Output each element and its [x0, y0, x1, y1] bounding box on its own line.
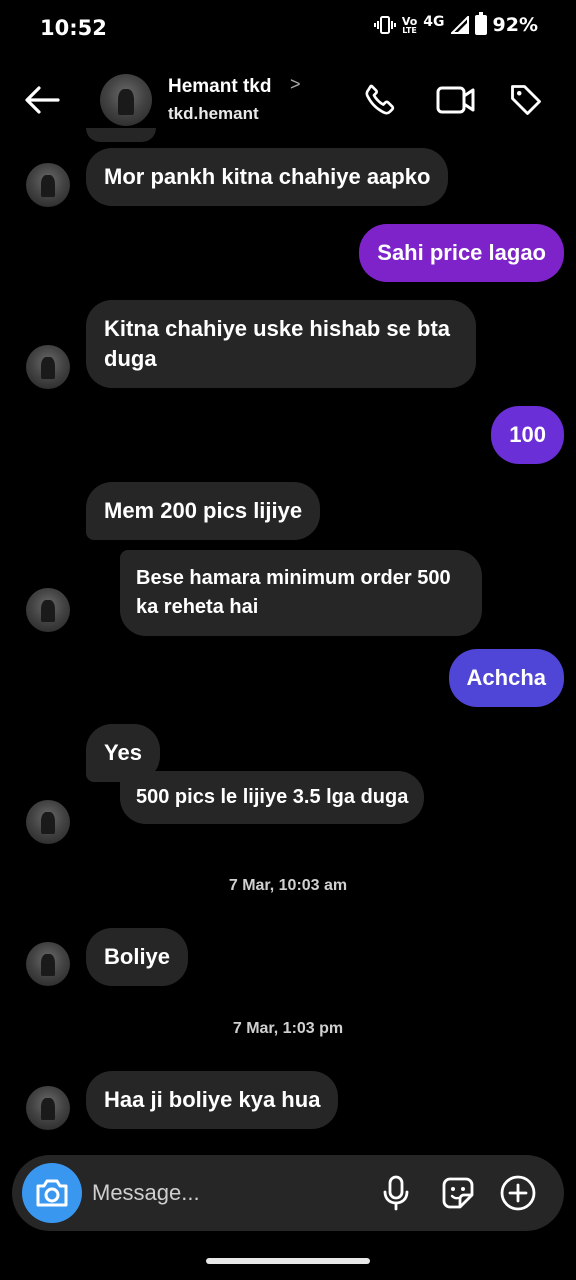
- message-bubble-partial: [86, 128, 156, 142]
- video-call-button[interactable]: [436, 80, 476, 120]
- back-button[interactable]: [22, 80, 62, 120]
- status-indicators: Vo LTE 4G 92%: [373, 12, 538, 36]
- camera-icon: [36, 1179, 68, 1207]
- phone-icon: [365, 84, 395, 115]
- sender-avatar[interactable]: [26, 800, 70, 844]
- message-bubble[interactable]: 500 pics le lijiye 3.5 lga duga: [120, 771, 425, 824]
- message-bubble[interactable]: Sahi price lagao: [359, 224, 564, 282]
- home-indicator[interactable]: [206, 1258, 370, 1264]
- timestamp: 7 Mar, 1:03 pm: [232, 1020, 344, 1037]
- status-bar: 10:52 Vo LTE 4G 92%: [0, 0, 576, 58]
- vibrate-icon: [373, 16, 396, 34]
- contact-username[interactable]: tkd.hemant: [168, 104, 259, 124]
- signal-icon: [450, 16, 469, 34]
- more-options-button[interactable]: [498, 1173, 538, 1213]
- plus-circle-icon: [500, 1175, 536, 1211]
- battery-icon: [474, 12, 487, 35]
- message-bubble[interactable]: Kitna chahiye uske hishab se bta duga: [86, 300, 476, 388]
- sender-avatar[interactable]: [26, 163, 70, 207]
- message-bubble[interactable]: 100: [491, 406, 564, 464]
- message-composer: [12, 1155, 564, 1231]
- sender-avatar[interactable]: [26, 942, 70, 986]
- network-type: 4G: [423, 14, 445, 30]
- microphone-icon: [383, 1175, 409, 1211]
- message-bubble[interactable]: Mem 200 pics lijiye: [86, 482, 321, 540]
- sticker-button[interactable]: [438, 1173, 478, 1213]
- status-time: 10:52: [40, 16, 107, 40]
- message-bubble[interactable]: Bese hamara minimum order 500 ka reheta …: [120, 550, 482, 636]
- arrow-left-icon: [25, 86, 60, 114]
- message-input[interactable]: [92, 1175, 362, 1211]
- tag-button[interactable]: [506, 80, 546, 120]
- timestamp: 7 Mar, 10:03 am: [228, 877, 348, 894]
- battery-percent: 92%: [492, 14, 538, 36]
- call-button[interactable]: [360, 80, 400, 120]
- message-bubble[interactable]: Achcha: [448, 649, 564, 707]
- voice-message-button[interactable]: [376, 1173, 416, 1213]
- message-bubble[interactable]: Haa ji boliye kya hua: [86, 1071, 339, 1129]
- message-bubble[interactable]: Mor pankh kitna chahiye aapko: [86, 148, 449, 206]
- camera-button[interactable]: [22, 1163, 82, 1223]
- contact-avatar[interactable]: [100, 74, 152, 126]
- message-bubble[interactable]: Boliye: [86, 928, 189, 986]
- sender-avatar[interactable]: [26, 345, 70, 389]
- sticker-icon: [442, 1177, 474, 1209]
- sender-avatar[interactable]: [26, 1086, 70, 1130]
- video-camera-icon: [436, 86, 475, 114]
- sender-avatar[interactable]: [26, 588, 70, 632]
- volte-indicator: Vo LTE: [401, 14, 418, 35]
- contact-name[interactable]: Hemant tkd: [168, 76, 271, 98]
- chevron-right-icon[interactable]: >: [290, 74, 301, 95]
- tag-icon: [511, 85, 541, 115]
